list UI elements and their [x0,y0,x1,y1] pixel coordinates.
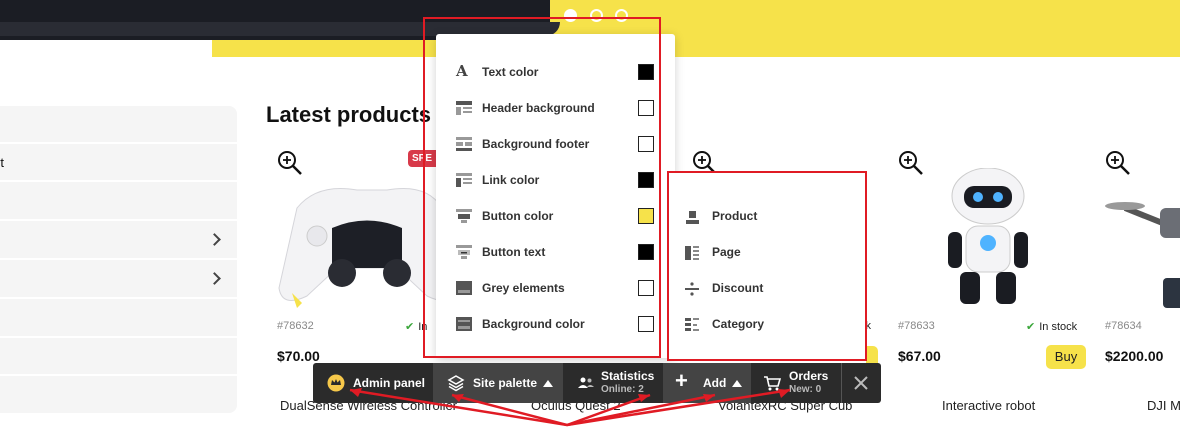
layers-icon [447,375,465,392]
sidebar-item[interactable] [0,376,237,414]
check-icon: ✔ [1026,321,1036,333]
close-icon [854,376,868,390]
add-button[interactable]: + Add [663,363,751,403]
drone-image [1105,202,1180,308]
plus-icon: + [675,368,688,393]
close-toolbar-button[interactable] [841,363,881,403]
robot-image [948,168,1028,304]
sidebar-item[interactable] [0,106,237,144]
product-name[interactable]: Interactive robot [942,398,1035,413]
site-palette-button[interactable]: Site palette [433,363,563,403]
sidebar-item[interactable]: rt [0,144,237,182]
product-sku: #78634 [1105,320,1142,332]
product-sku: #78633 [898,320,935,332]
statistics-button[interactable]: Statistics Online: 2 [563,363,663,403]
product-name[interactable]: DJI Ma [1147,398,1180,413]
admin-panel-button[interactable]: Admin panel [313,363,433,403]
stock-status: ✔ In stock [1026,321,1078,333]
users-icon [578,377,594,388]
sidebar-item[interactable] [0,338,237,376]
product-card[interactable]: #78634 $2200.00 DJI Ma [1105,150,1180,420]
buy-button[interactable]: Buy [1046,345,1086,369]
product-price: $67.00 [898,348,941,364]
annotation-box-add [667,171,867,361]
check-icon: ✔ [405,321,415,333]
chevron-right-icon [208,233,221,246]
chevron-right-icon [208,272,221,285]
orders-button[interactable]: Orders New: 0 [751,363,841,403]
section-title: Latest products [266,102,432,127]
crown-icon [327,374,345,392]
sidebar-item-label: rt [0,155,4,170]
sidebar-item[interactable] [0,261,237,299]
cart-icon [764,376,781,391]
caret-up-icon [732,380,743,388]
admin-toolbar: Admin panel Site palette Statistics Onli… [313,363,881,403]
product-price: $2200.00 [1105,348,1164,364]
product-price: $70.00 [277,348,320,364]
sidebar-item[interactable] [0,222,237,260]
annotation-box-palette [423,17,661,358]
product-card[interactable]: #78633 ✔ In stock $67.00 Buy Interactive … [898,150,1098,420]
sidebar-item[interactable] [0,183,237,221]
caret-up-icon [543,380,554,388]
sidebar-item[interactable] [0,300,237,338]
product-sku: #78632 [277,320,314,332]
category-sidebar: rt [0,106,237,413]
